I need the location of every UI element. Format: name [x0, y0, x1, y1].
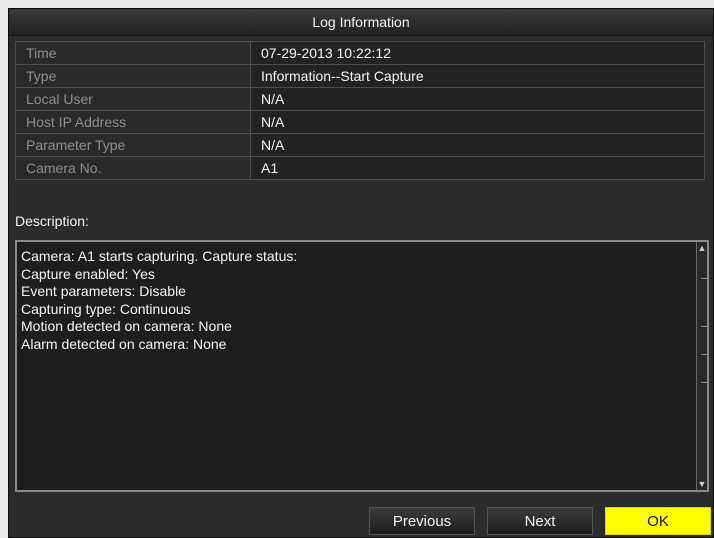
time-value: 07-29-2013 10:22:12: [250, 41, 705, 65]
local-user-value: N/A: [250, 87, 705, 111]
table-row: Host IP Address N/A: [15, 110, 705, 134]
log-information-dialog: Log Information Time 07-29-2013 10:22:12…: [8, 8, 714, 538]
host-ip-address-label: Host IP Address: [15, 110, 251, 134]
description-line: Alarm detected on camera: None: [21, 335, 227, 352]
description-line: Motion detected on camera: None: [21, 318, 232, 334]
ok-button[interactable]: OK: [605, 507, 711, 535]
description-textbox[interactable]: Camera: A1 starts capturing. Capture sta…: [15, 240, 709, 492]
scroll-track-mark: [701, 354, 707, 355]
description-text: Camera: A1 starts capturing. Capture sta…: [21, 248, 689, 353]
table-row: Parameter Type N/A: [15, 133, 705, 157]
table-row: Local User N/A: [15, 87, 705, 111]
type-value: Information--Start Capture: [250, 64, 705, 88]
parameter-type-value: N/A: [250, 133, 705, 157]
description-line: Capturing type: Continuous: [21, 300, 191, 317]
scroll-up-arrow-icon[interactable]: ▲: [697, 242, 707, 254]
scroll-track-mark: [701, 326, 707, 327]
description-line: Event parameters: Disable: [21, 283, 186, 299]
description-line: Capture enabled: Yes: [21, 265, 155, 282]
parameter-type-label: Parameter Type: [15, 133, 251, 157]
previous-button[interactable]: Previous: [369, 507, 475, 535]
scroll-down-arrow-icon[interactable]: ▼: [697, 478, 707, 490]
table-row: Camera No. A1: [15, 156, 705, 180]
table-row: Type Information--Start Capture: [15, 64, 705, 88]
time-label: Time: [15, 41, 251, 65]
description-line: Camera: A1 starts capturing. Capture sta…: [21, 248, 298, 264]
description-scrollbar[interactable]: ▲ ▼: [696, 242, 707, 490]
description-label: Description:: [15, 213, 89, 229]
log-details-table: Time 07-29-2013 10:22:12 Type Informatio…: [15, 41, 705, 180]
table-row: Time 07-29-2013 10:22:12: [15, 41, 705, 65]
camera-no-value: A1: [250, 156, 705, 180]
camera-no-label: Camera No.: [15, 156, 251, 180]
local-user-label: Local User: [15, 87, 251, 111]
scroll-track-mark: [701, 278, 707, 279]
next-button[interactable]: Next: [487, 507, 593, 535]
dialog-title: Log Information: [9, 9, 713, 36]
host-ip-address-value: N/A: [250, 110, 705, 134]
type-label: Type: [15, 64, 251, 88]
scroll-track-mark: [701, 382, 707, 383]
